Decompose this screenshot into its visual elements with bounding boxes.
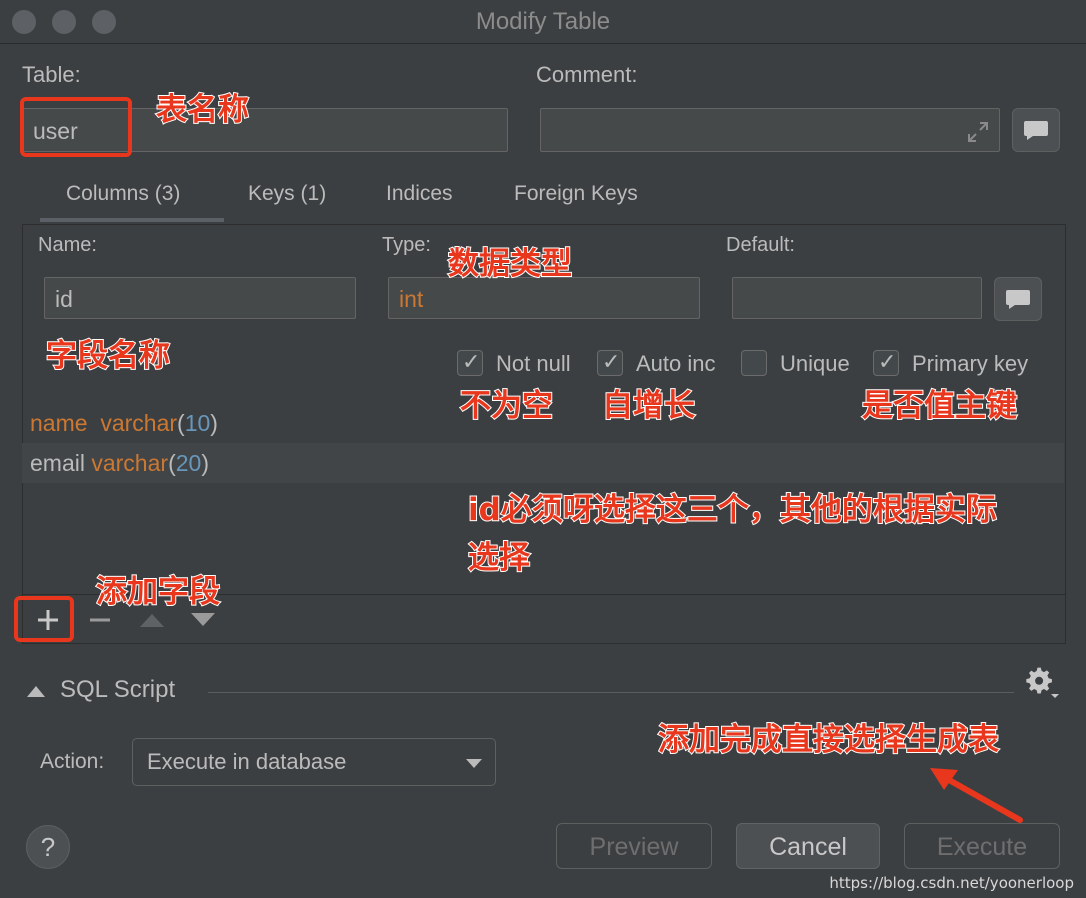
column-row-paren-close: ) [201, 450, 209, 476]
tab-keys[interactable]: Keys (1) [248, 182, 326, 222]
column-row-size: 20 [175, 450, 202, 476]
column-row-name: name [30, 410, 88, 436]
default-editor-button[interactable] [994, 277, 1042, 321]
action-select[interactable]: Execute in database [132, 738, 496, 786]
column-row[interactable]: email varchar(20) [22, 443, 1064, 483]
tab-columns[interactable]: Columns (3) [66, 182, 180, 222]
action-label: Action: [40, 750, 105, 773]
speech-bubble-icon [1006, 290, 1030, 309]
comment-editor-button[interactable] [1012, 108, 1060, 152]
annotation-primary-key: 是否值主键 [861, 387, 1018, 425]
expand-icon[interactable] [967, 121, 989, 143]
annotation-field-name: 字段名称 [45, 337, 171, 375]
column-name-value: id [55, 286, 73, 312]
annotation-finish-note: 添加完成直接选择生成表 [657, 721, 1000, 759]
sql-section-divider [208, 692, 1014, 693]
cancel-button[interactable]: Cancel [736, 823, 880, 869]
primary-key-label: Primary key [912, 351, 1029, 376]
primary-key-checkbox[interactable]: ✓ [873, 349, 899, 376]
add-field-highlight-box [14, 596, 74, 642]
column-name-label: Name: [38, 234, 97, 256]
move-down-icon[interactable] [190, 612, 216, 628]
column-row-paren-open: ( [168, 450, 176, 476]
execute-button[interactable]: Execute [904, 823, 1060, 869]
annotation-not-null: 不为空 [459, 387, 554, 425]
annotation-auto-inc: 自增长 [601, 387, 696, 425]
unique-checkbox[interactable] [741, 350, 767, 376]
column-row-paren-open: ( [177, 410, 185, 436]
column-default-input[interactable] [732, 277, 982, 319]
annotation-table-name: 表名称 [155, 91, 250, 129]
comment-input[interactable] [540, 108, 1000, 152]
unique-label: Unique [780, 351, 850, 376]
check-icon: ✓ [462, 349, 481, 374]
not-null-label: Not null [496, 351, 571, 376]
not-null-checkbox[interactable]: ✓ [457, 349, 483, 376]
annotation-id-note-line1: id必须呀选择这三个，其他的根据实际 [467, 491, 998, 529]
tab-indices[interactable]: Indices [386, 182, 453, 222]
column-row-type: varchar [100, 410, 178, 436]
column-type-label: Type: [382, 234, 431, 256]
check-icon: ✓ [878, 349, 897, 374]
help-button[interactable]: ? [26, 825, 70, 869]
column-type-value: int [399, 286, 424, 312]
preview-button[interactable]: Preview [556, 823, 712, 869]
gear-icon[interactable] [1026, 666, 1060, 700]
column-type-input[interactable]: int [388, 277, 700, 319]
watermark: https://blog.csdn.net/yoonerloop [829, 874, 1074, 892]
move-up-icon[interactable] [139, 612, 165, 628]
remove-icon[interactable] [88, 608, 112, 632]
column-row-size: 10 [184, 410, 211, 436]
annotation-id-note-line2: 选择 [467, 539, 531, 577]
auto-inc-label: Auto inc [636, 351, 716, 376]
column-row-paren-close: ) [210, 410, 218, 436]
annotation-arrow-icon [930, 768, 1023, 823]
auto-inc-checkbox[interactable]: ✓ [597, 349, 623, 376]
column-row-name: email [30, 450, 85, 476]
action-select-value: Execute in database [147, 749, 347, 774]
tab-foreign-keys[interactable]: Foreign Keys [514, 182, 638, 222]
sql-script-title: SQL Script [60, 676, 176, 703]
collapse-triangle-icon[interactable] [26, 684, 46, 698]
annotation-data-type: 数据类型 [447, 245, 573, 283]
speech-bubble-icon [1024, 121, 1048, 140]
annotation-add-field: 添加字段 [95, 573, 221, 611]
column-default-label: Default: [726, 234, 795, 256]
title-bar: Modify Table [0, 0, 1086, 44]
check-icon: ✓ [602, 349, 621, 374]
column-row-type: varchar [91, 450, 169, 476]
comment-label: Comment: [536, 62, 638, 87]
table-label: Table: [22, 62, 81, 87]
window-title: Modify Table [475, 8, 611, 35]
column-name-input[interactable]: id [44, 277, 356, 319]
chevron-down-icon [466, 759, 482, 768]
table-name-highlight-box [20, 97, 132, 157]
